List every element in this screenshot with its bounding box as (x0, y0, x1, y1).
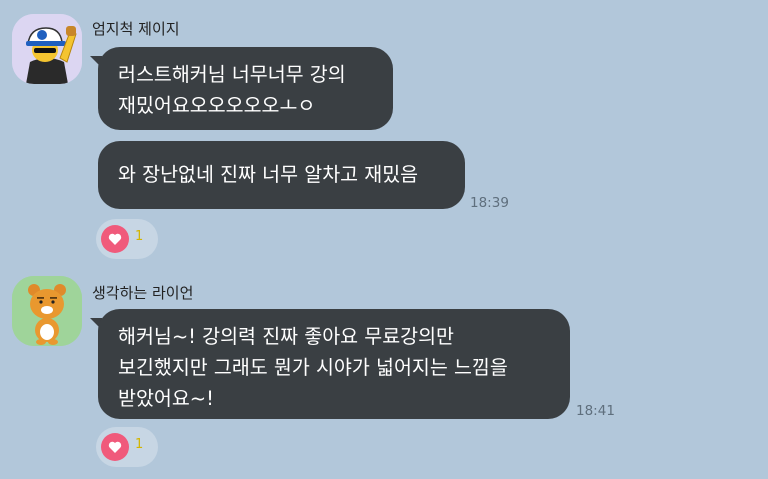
chat-bubble[interactable]: 해커님~! 강의력 진짜 좋아요 무료강의만 보긴했지만 그래도 뭔가 시야가 … (98, 309, 570, 419)
jay-g-thumbs-up-icon (12, 14, 82, 84)
sender-name: 엄지척 제이지 (92, 20, 180, 38)
ryan-avatar[interactable] (12, 276, 82, 346)
message-timestamp: 18:39 (470, 195, 509, 211)
reaction-badge[interactable]: 1 (96, 219, 158, 259)
sender-name: 생각하는 라이언 (92, 284, 194, 302)
message-timestamp: 18:41 (576, 403, 615, 419)
reaction-count: 1 (135, 229, 144, 244)
jay-g-avatar[interactable] (12, 14, 82, 84)
reaction-badge[interactable]: 1 (96, 427, 158, 467)
heart-icon (101, 433, 129, 461)
chat-bubble[interactable]: 러스트해커님 너무너무 강의 재밌어요오오오오오ㅗㅇ (98, 47, 393, 130)
reaction-count: 1 (135, 437, 144, 452)
chat-bubble[interactable]: 와 장난없네 진짜 너무 알차고 재밌음 (98, 141, 465, 209)
heart-icon (101, 225, 129, 253)
ryan-lion-icon (12, 276, 82, 346)
